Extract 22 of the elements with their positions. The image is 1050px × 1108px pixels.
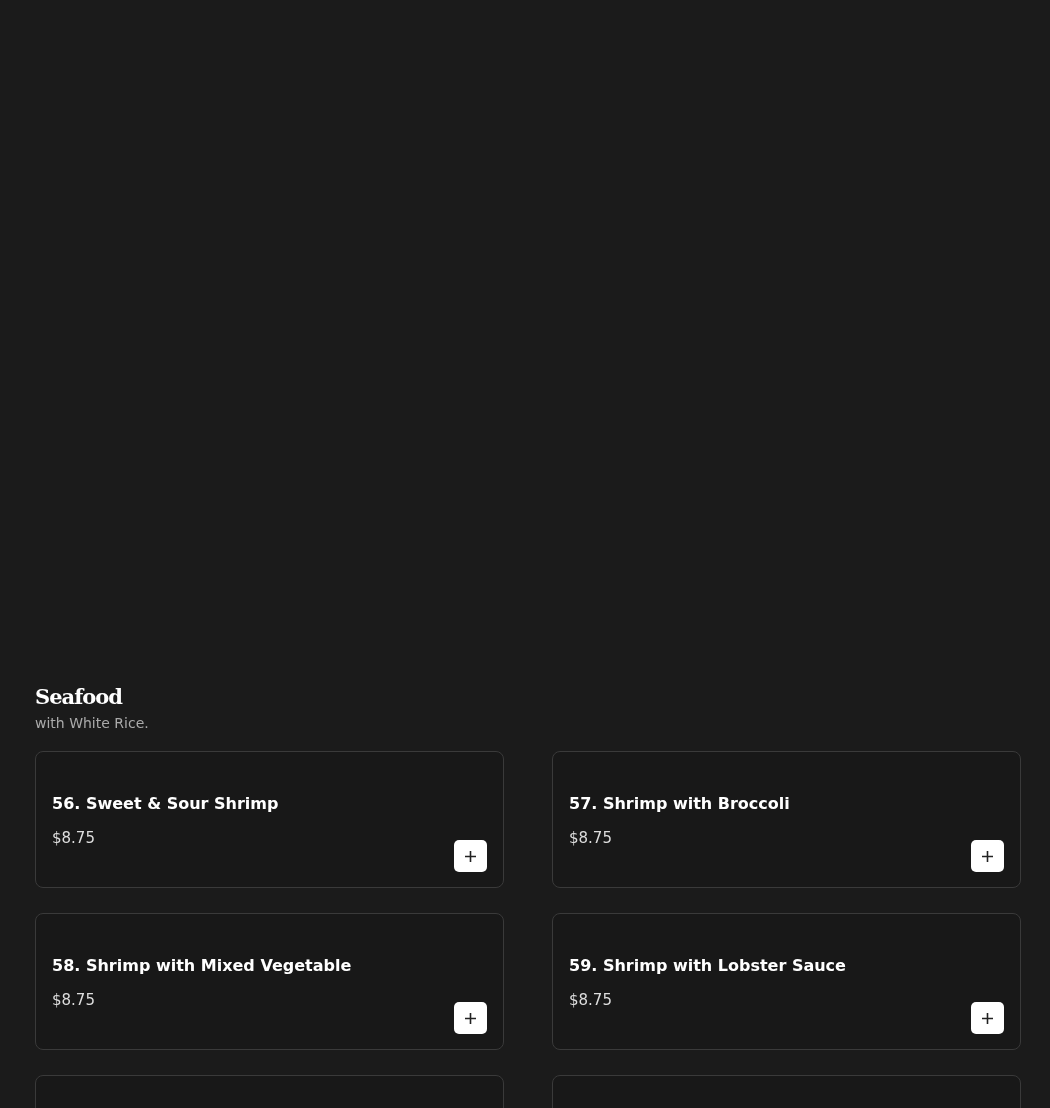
item-name: 57. Shrimp with Broccoli bbox=[569, 794, 790, 814]
plus-icon bbox=[982, 850, 993, 862]
item-name: 59. Shrimp with Lobster Sauce bbox=[569, 956, 846, 976]
item-price: $8.75 bbox=[52, 990, 95, 1010]
add-button[interactable] bbox=[454, 840, 487, 872]
plus-icon bbox=[465, 1012, 476, 1024]
menu-item-card[interactable]: 58. Shrimp with Mixed Vegetable $8.75 bbox=[35, 913, 504, 1050]
add-button[interactable] bbox=[971, 1002, 1004, 1034]
menu-item-card[interactable]: 56. Sweet & Sour Shrimp $8.75 bbox=[35, 751, 504, 888]
item-name: 58. Shrimp with Mixed Vegetable bbox=[52, 956, 352, 976]
section-subtitle: with White Rice. bbox=[35, 714, 150, 732]
plus-icon bbox=[465, 850, 476, 862]
item-name: 56. Sweet & Sour Shrimp bbox=[52, 794, 279, 814]
item-price: $8.75 bbox=[569, 828, 612, 848]
section-title: Seafood bbox=[35, 683, 122, 711]
add-button[interactable] bbox=[971, 840, 1004, 872]
item-price: $8.75 bbox=[52, 828, 95, 848]
plus-icon bbox=[982, 1012, 993, 1024]
item-price: $8.75 bbox=[569, 990, 612, 1010]
menu-item-card[interactable]: 59. Shrimp with Lobster Sauce $8.75 bbox=[552, 913, 1021, 1050]
add-button[interactable] bbox=[454, 1002, 487, 1034]
menu-item-card[interactable]: 57. Shrimp with Broccoli $8.75 bbox=[552, 751, 1021, 888]
